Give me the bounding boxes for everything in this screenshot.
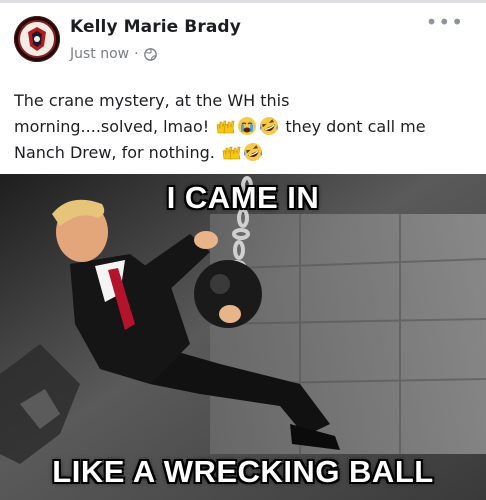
post-text-line-2b: they dont call me	[285, 117, 426, 136]
meme-top-caption: I CAME IN	[166, 180, 320, 215]
post-text: The crane mystery, at the WH this mornin…	[14, 88, 480, 166]
post-text-line-3-text: Nanch Drew, for nothing.	[14, 143, 215, 162]
author-name[interactable]: Kelly Marie Brady	[70, 17, 241, 37]
top-divider	[0, 0, 486, 3]
meta-separator: ·	[134, 46, 139, 62]
rolling-laughing-emoji-icon	[260, 117, 279, 135]
meme-image[interactable]: I CAME IN LIKE A WRECKING BALL	[0, 174, 486, 500]
more-options-button[interactable]: •••	[426, 10, 464, 34]
rolling-laughing-emoji-icon	[243, 143, 262, 161]
post-text-line-1: The crane mystery, at the WH this	[14, 91, 290, 110]
meme-illustration	[0, 174, 486, 500]
post-text-line-2: morning....solved, lmao! they dont call …	[14, 114, 480, 140]
globe-icon[interactable]	[143, 47, 157, 61]
avatar-logo-icon	[15, 17, 59, 61]
post-text-line-3: Nanch Drew, for nothing.	[14, 140, 480, 166]
post-text-line-2a: morning....solved, lmao!	[14, 117, 210, 136]
crying-face-emoji-icon	[238, 117, 257, 135]
raising-hands-emoji-icon	[216, 120, 235, 134]
timestamp[interactable]: Just now	[70, 46, 129, 62]
post-meta: Just now ·	[70, 46, 157, 62]
avatar[interactable]	[14, 16, 60, 62]
meme-bottom-caption: LIKE A WRECKING BALL	[52, 454, 434, 489]
raising-hands-emoji-icon	[222, 146, 241, 160]
